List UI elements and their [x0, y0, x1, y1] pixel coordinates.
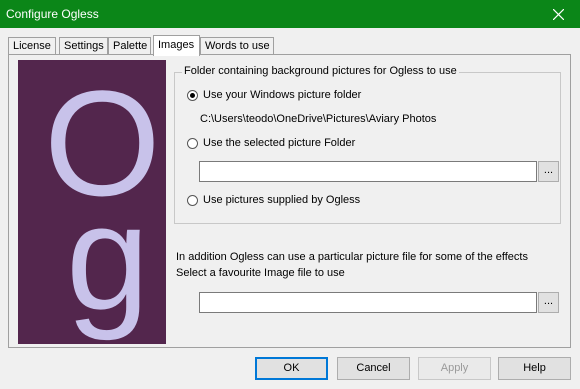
ok-button[interactable]: OK	[255, 357, 328, 380]
tab-palette[interactable]: Palette	[108, 37, 151, 54]
help-button[interactable]: Help	[498, 357, 571, 380]
radio-supplied-pictures-label[interactable]: Use pictures supplied by Ogless	[203, 194, 360, 206]
radio-selected-folder-label[interactable]: Use the selected picture Folder	[203, 137, 355, 149]
apply-button[interactable]: Apply	[418, 357, 491, 380]
tab-settings[interactable]: Settings	[59, 37, 108, 54]
radio-selected-folder[interactable]	[187, 138, 198, 149]
windows-folder-path: C:\Users\teodo\OneDrive\Pictures\Aviary …	[200, 113, 437, 125]
window-title: Configure Ogless	[6, 7, 99, 21]
tab-license[interactable]: License	[8, 37, 56, 54]
cancel-button[interactable]: Cancel	[337, 357, 410, 380]
favourite-image-field[interactable]	[199, 292, 537, 313]
radio-supplied-pictures[interactable]	[187, 195, 198, 206]
close-button[interactable]	[536, 0, 580, 28]
browse-image-button[interactable]: ...	[538, 292, 559, 313]
tab-images[interactable]: Images	[153, 35, 200, 56]
tab-words-to-use[interactable]: Words to use	[200, 37, 274, 54]
close-icon	[552, 8, 564, 20]
radio-windows-folder-label[interactable]: Use your Windows picture folder	[203, 89, 361, 101]
favourite-info-text: In addition Ogless can use a particular …	[176, 251, 528, 263]
folder-group-label: Folder containing background pictures fo…	[182, 65, 459, 77]
selected-folder-field[interactable]	[199, 161, 537, 182]
title-bar: Configure Ogless	[0, 0, 580, 28]
radio-windows-folder[interactable]	[187, 90, 198, 101]
favourite-prompt-text: Select a favourite Image file to use	[176, 267, 345, 279]
browse-folder-button[interactable]: ...	[538, 161, 559, 182]
preview-image: O g	[18, 60, 166, 344]
preview-letter-g: g	[66, 173, 150, 341]
